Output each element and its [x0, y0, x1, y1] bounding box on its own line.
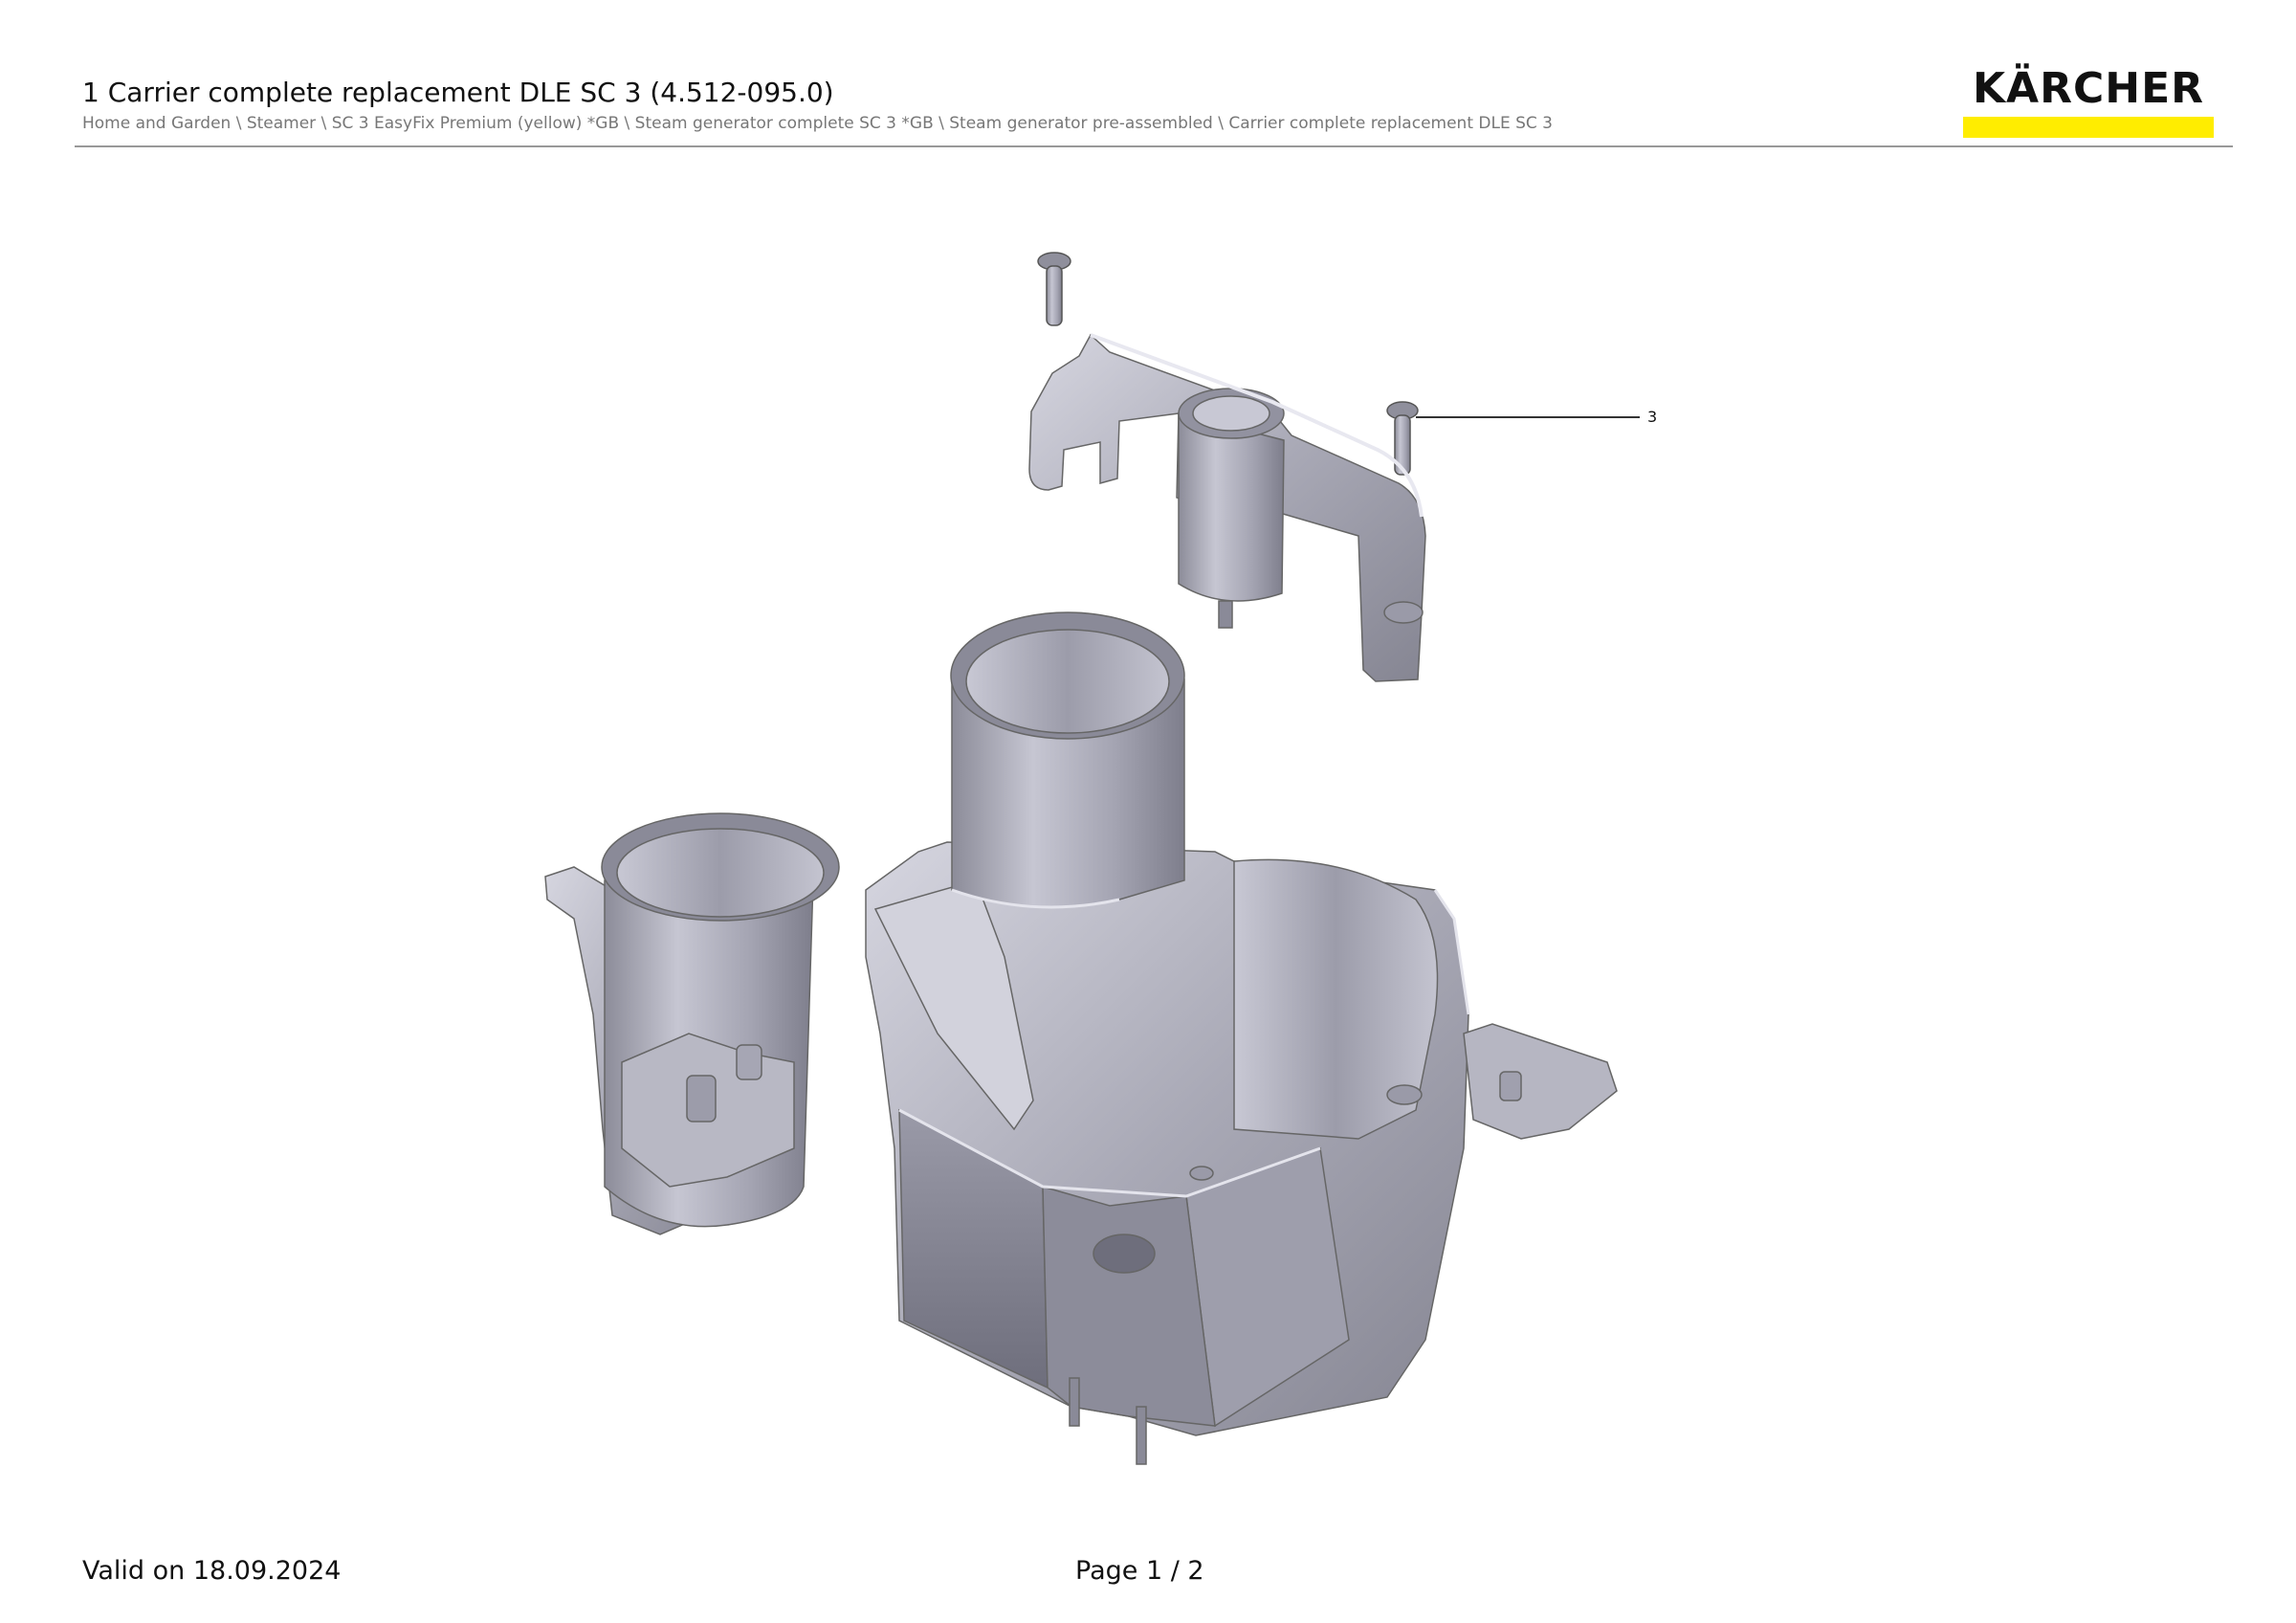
page-number: Page 1 / 2 [1075, 1556, 1204, 1586]
exploded-parts-drawing [544, 252, 1640, 1465]
screw-item-3-part [1386, 401, 1419, 476]
callout-label-3: 3 [1647, 408, 1658, 426]
valid-date: Valid on 18.09.2024 [82, 1556, 342, 1586]
screw-top-part [1037, 252, 1071, 326]
carrier-main-body-part [544, 611, 1618, 1465]
